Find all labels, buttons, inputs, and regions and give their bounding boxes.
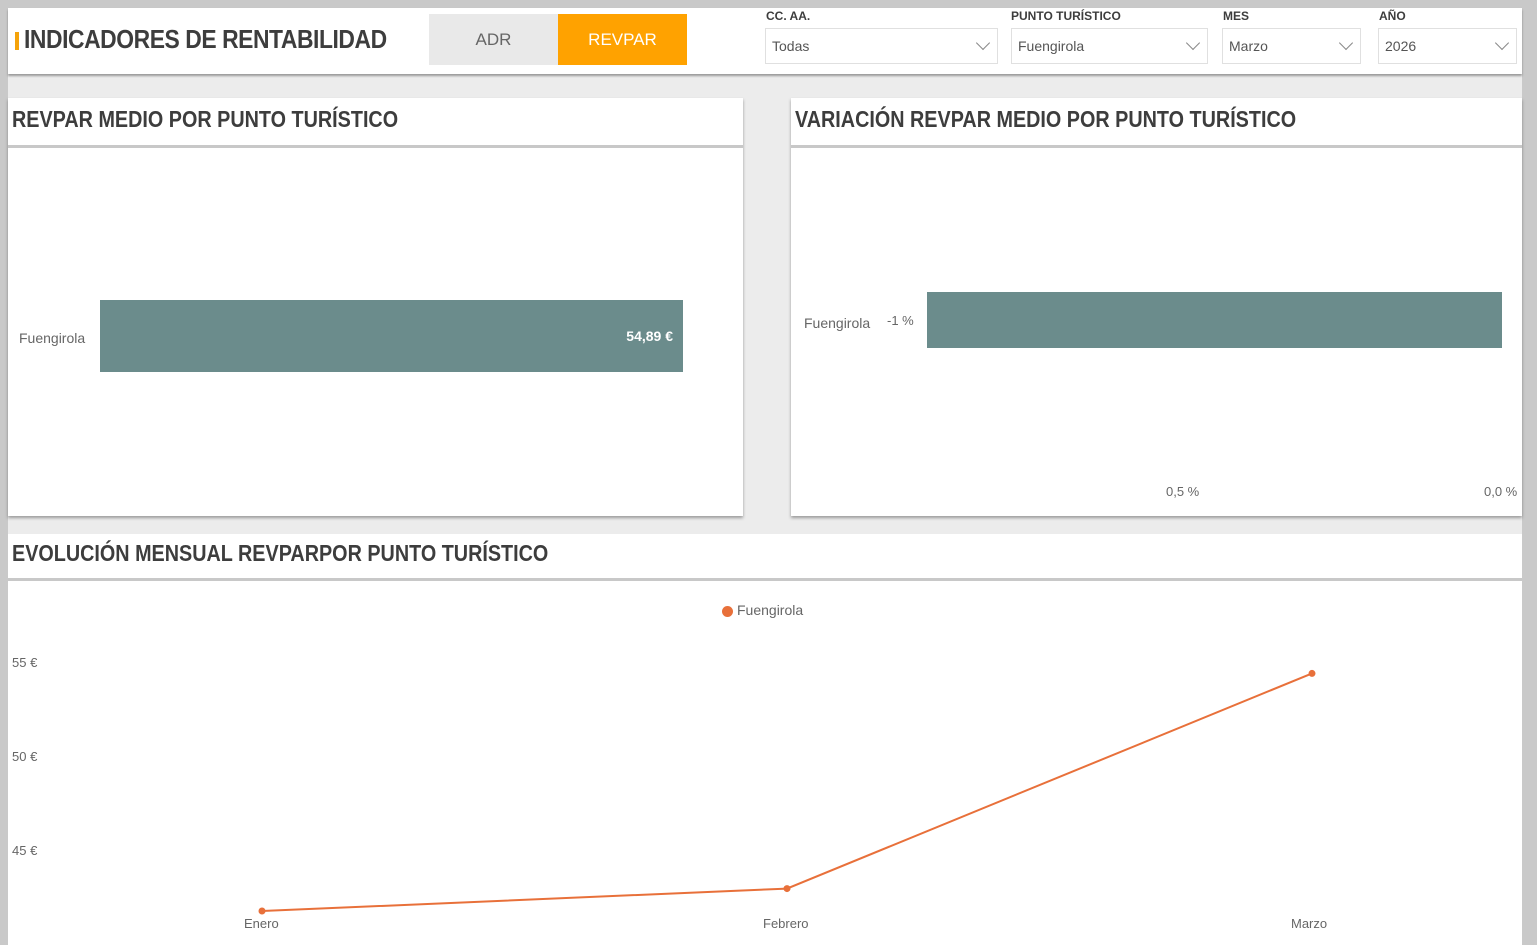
revpar-bar-value: 54,89 € [626,328,673,344]
data-point-marzo[interactable] [1308,669,1316,677]
bar-category-label: Fuengirola [804,315,871,331]
punto-dropdown-value: Fuengirola [1018,38,1085,54]
ccaa-dropdown[interactable]: Todas [765,28,998,64]
title-divider [8,145,743,148]
anio-dropdown[interactable]: 2026 [1378,28,1517,64]
evolucion-line-chart [258,669,1316,915]
revpar-toggle-button[interactable]: REVPAR [558,14,687,65]
revpar-medio-panel: REVPAR MEDIO POR PUNTO TURÍSTICO Fuengir… [8,98,743,516]
variacion-title: VARIACIÓN REVPAR MEDIO POR PUNTO TURÍSTI… [795,106,1297,132]
variacion-bar[interactable] [927,292,1502,348]
revpar-bar[interactable] [100,300,683,372]
title-divider [791,145,1522,148]
ccaa-dropdown-value: Todas [772,38,810,54]
data-point-enero[interactable] [258,907,266,915]
variacion-panel: VARIACIÓN REVPAR MEDIO POR PUNTO TURÍSTI… [791,98,1522,516]
mes-dropdown-value: Marzo [1229,38,1268,54]
header: INDICADORES DE RENTABILIDAD ADR REVPAR C… [8,8,1522,74]
variacion-value-label: -1 % [887,313,914,328]
chevron-down-icon [1338,35,1354,51]
data-point-febrero[interactable] [783,885,791,893]
mes-filter-label: MES [1223,9,1250,23]
x-tick-label: 0,5 % [1166,484,1200,499]
evolucion-panel: EVOLUCIÓN MENSUAL REVPARPOR PUNTO TURÍST… [8,534,1522,945]
mes-dropdown[interactable]: Marzo [1222,28,1361,64]
punto-dropdown[interactable]: Fuengirola [1011,28,1208,64]
x-tick-label: 0,0 % [1484,484,1518,499]
report-canvas: INDICADORES DE RENTABILIDAD ADR REVPAR C… [8,8,1522,945]
ccaa-filter-label: CC. AA. [766,9,811,23]
adr-toggle-button[interactable]: ADR [429,14,558,65]
anio-filter-label: AÑO [1379,9,1406,23]
punto-filter-label: PUNTO TURÍSTICO [1011,9,1121,23]
title-accent [15,32,19,50]
bar-category-label: Fuengirola [19,330,86,346]
series-line-fuengirola [261,672,1313,913]
page-title: INDICADORES DE RENTABILIDAD [24,24,387,54]
anio-dropdown-value: 2026 [1385,38,1417,54]
chevron-down-icon [1494,35,1510,51]
chevron-down-icon [975,35,991,51]
chevron-down-icon [1185,35,1201,51]
revpar-medio-title: REVPAR MEDIO POR PUNTO TURÍSTICO [12,106,399,132]
